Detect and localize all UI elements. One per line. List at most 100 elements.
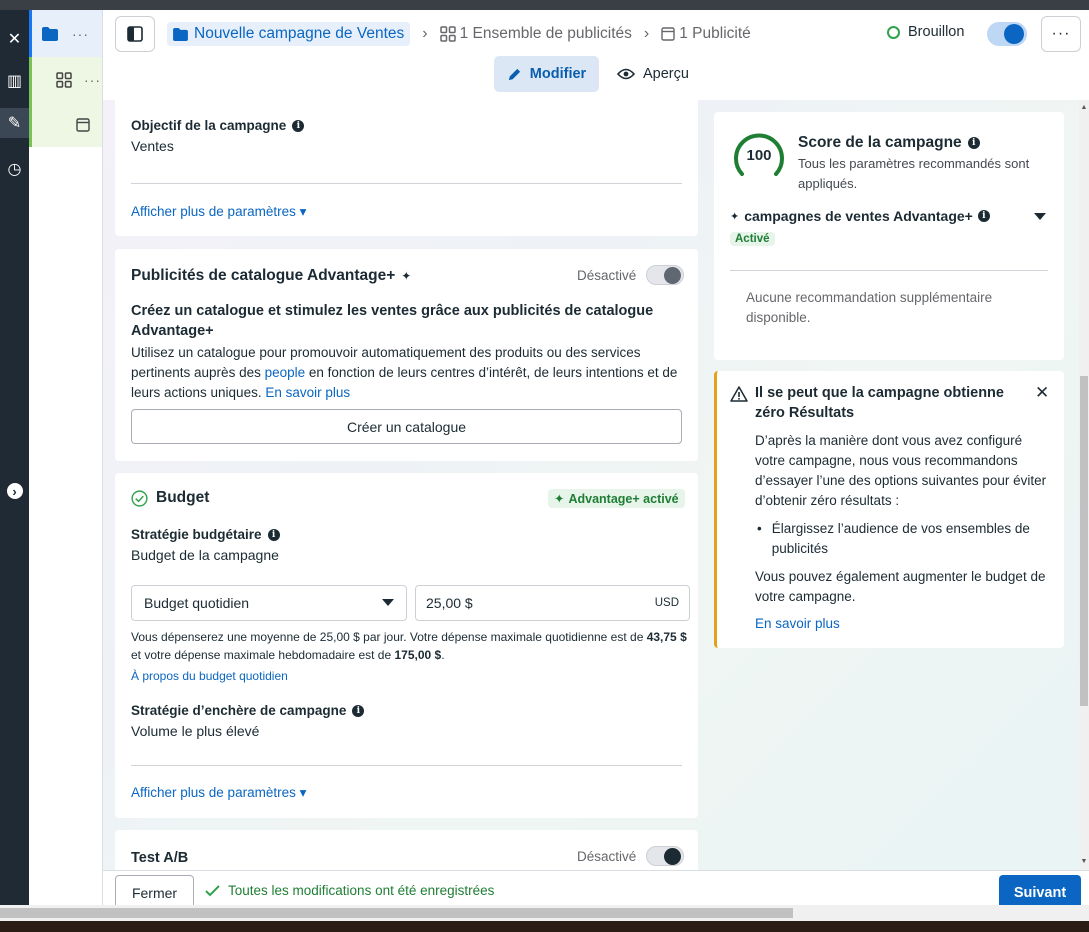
- editor-content: Objectif de la campagne i Ventes Affiche…: [103, 100, 1089, 870]
- breadcrumb-ad-label: 1 Publicité: [679, 25, 751, 42]
- status-label: Brouillon: [908, 24, 965, 40]
- objective-label-text: Objectif de la campagne: [131, 118, 287, 133]
- pencil-icon: [508, 68, 520, 80]
- grid-icon: [56, 71, 72, 88]
- show-more-settings-link[interactable]: Afficher plus de paramètres ▾: [131, 204, 306, 220]
- show-more-settings-link[interactable]: Afficher plus de paramètres ▾: [131, 785, 306, 801]
- breadcrumb-campaign[interactable]: Nouvelle campagne de Ventes: [167, 22, 411, 46]
- scroll-up-icon[interactable]: ▲: [1079, 102, 1089, 112]
- score-value: 100: [746, 147, 772, 164]
- divider: [131, 183, 682, 184]
- budget-note: Vous dépenserez une moyenne de 25,00 $ p…: [131, 628, 689, 664]
- score-title: Score de la campagne i: [798, 134, 980, 152]
- mode-preview-button[interactable]: Aperçu: [617, 56, 689, 92]
- toggle-panel-button[interactable]: [115, 16, 155, 52]
- budget-amount-input[interactable]: 25,00 $ USD: [415, 585, 690, 621]
- info-icon[interactable]: i: [977, 210, 990, 222]
- warning-icon: [730, 386, 748, 402]
- check-icon: [205, 884, 220, 896]
- ab-test-title: Test A/B: [131, 850, 189, 866]
- more-options-icon[interactable]: ···: [84, 72, 101, 88]
- score-description: Tous les paramètres recommandés sont app…: [798, 156, 1030, 191]
- tree-item-campaign[interactable]: ···: [29, 10, 102, 57]
- expand-icon[interactable]: ›: [0, 476, 29, 506]
- info-icon[interactable]: i: [352, 704, 365, 717]
- sparkle-icon: ✦: [554, 492, 565, 506]
- catalog-description: Utilisez un catalogue pour promouvoir au…: [131, 343, 685, 403]
- currency-label: USD: [654, 597, 679, 609]
- bid-strategy-value: Volume le plus élevé: [131, 723, 260, 739]
- folder-icon: [42, 26, 58, 41]
- catalog-title: Publicités de catalogue Advantage+ ✦: [131, 267, 411, 285]
- learn-more-link[interactable]: En savoir plus: [265, 385, 350, 400]
- catalog-title-text: Publicités de catalogue Advantage+: [131, 267, 396, 284]
- warning-body-2: Vous pouvez également augmenter le budge…: [755, 569, 1046, 604]
- ab-test-toggle-label: Désactivé: [577, 848, 637, 864]
- info-icon[interactable]: i: [292, 119, 305, 132]
- status-badge: Brouillon: [887, 24, 964, 40]
- check-circle-icon: [131, 489, 148, 507]
- vertical-scrollbar[interactable]: ▲ ▼: [1079, 100, 1089, 870]
- caret-down-icon: [382, 599, 394, 606]
- window-bottom-strip: [0, 921, 1089, 932]
- budget-title: Budget: [156, 489, 210, 506]
- close-icon[interactable]: ✕: [0, 24, 29, 54]
- chevron-right-icon: ›: [422, 25, 428, 42]
- objective-value: Ventes: [131, 138, 174, 154]
- advantage-campaign-row[interactable]: ✦ campagnes de ventes Advantage+ i: [730, 208, 990, 224]
- editor-footer: Fermer Toutes les modifications ont été …: [103, 870, 1089, 911]
- info-icon[interactable]: i: [967, 137, 980, 149]
- advantage-status-badge: Activé: [730, 229, 775, 246]
- chevron-right-icon: ›: [643, 25, 650, 42]
- sidebar-icon: [127, 26, 143, 42]
- warning-bullet-text: Élargissez l’audience de vos ensembles d…: [771, 521, 1030, 556]
- breadcrumb: Nouvelle campagne de Ventes › 1 Ensemble…: [167, 20, 751, 48]
- ab-test-toggle[interactable]: [646, 846, 685, 866]
- tree-item-ad[interactable]: [29, 102, 102, 147]
- budget-type-select[interactable]: Budget quotidien: [131, 585, 407, 621]
- budget-note-text: et votre dépense maximale hebdomadaire e…: [131, 648, 395, 662]
- horizontal-scrollbar[interactable]: [0, 905, 1089, 921]
- objective-label: Objectif de la campagne i: [131, 118, 305, 133]
- breadcrumb-adset[interactable]: 1 Ensemble de publicités: [439, 25, 632, 43]
- history-icon[interactable]: ◷: [0, 154, 29, 184]
- close-icon[interactable]: ✕: [1035, 383, 1049, 403]
- more-options-icon[interactable]: ···: [72, 26, 89, 42]
- catalog-card: Publicités de catalogue Advantage+ ✦ Dés…: [115, 249, 698, 461]
- bid-strategy-label: Stratégie d’enchère de campagne i: [131, 703, 365, 718]
- advantage-campaign-title: campagnes de ventes Advantage+: [744, 208, 973, 224]
- folder-icon: [173, 27, 188, 41]
- learn-more-link[interactable]: En savoir plus: [755, 616, 840, 631]
- scroll-down-icon[interactable]: ▼: [1079, 856, 1089, 866]
- about-daily-budget-link[interactable]: À propos du budget quotidien: [131, 669, 288, 683]
- catalog-toggle-group: Désactivé: [577, 265, 685, 285]
- catalog-headline: Créez un catalogue et stimulez les vente…: [131, 303, 654, 339]
- bullet-icon: •: [757, 521, 762, 536]
- create-catalog-button[interactable]: Créer un catalogue: [131, 409, 682, 444]
- mode-edit-button[interactable]: Modifier: [494, 56, 599, 92]
- ab-test-card: Test A/B Désactivé: [115, 830, 698, 870]
- catalog-toggle-label: Désactivé: [577, 267, 637, 283]
- tree-item-adset[interactable]: ···: [29, 57, 102, 102]
- save-status-text: Toutes les modifications ont été enregis…: [228, 883, 495, 898]
- edit-icon[interactable]: ✎: [0, 108, 29, 138]
- advantage-status-label: Activé: [730, 232, 775, 246]
- catalog-toggle[interactable]: [646, 265, 685, 285]
- mode-preview-label: Aperçu: [643, 66, 689, 82]
- breadcrumb-ad[interactable]: 1 Publicité: [661, 25, 751, 43]
- more-button[interactable]: ···: [1041, 16, 1081, 52]
- breadcrumb-campaign-label: Nouvelle campagne de Ventes: [194, 25, 405, 42]
- people-link[interactable]: people: [265, 365, 306, 380]
- info-icon[interactable]: i: [267, 528, 280, 541]
- zero-results-warning: Il se peut que la campagne obtienne zéro…: [714, 371, 1064, 648]
- score-title-text: Score de la campagne: [798, 134, 962, 151]
- scrollbar-thumb[interactable]: [0, 908, 793, 918]
- chart-icon[interactable]: ▥: [0, 66, 29, 96]
- mode-edit-label: Modifier: [529, 66, 587, 82]
- budget-strategy-label-text: Stratégie budgétaire: [131, 527, 262, 542]
- budget-amount-value: 25,00 $: [426, 595, 473, 611]
- campaign-toggle[interactable]: [987, 22, 1027, 46]
- caret-down-icon[interactable]: [1034, 213, 1046, 221]
- status-dot-icon: [887, 25, 900, 39]
- scrollbar-thumb[interactable]: [1080, 376, 1088, 706]
